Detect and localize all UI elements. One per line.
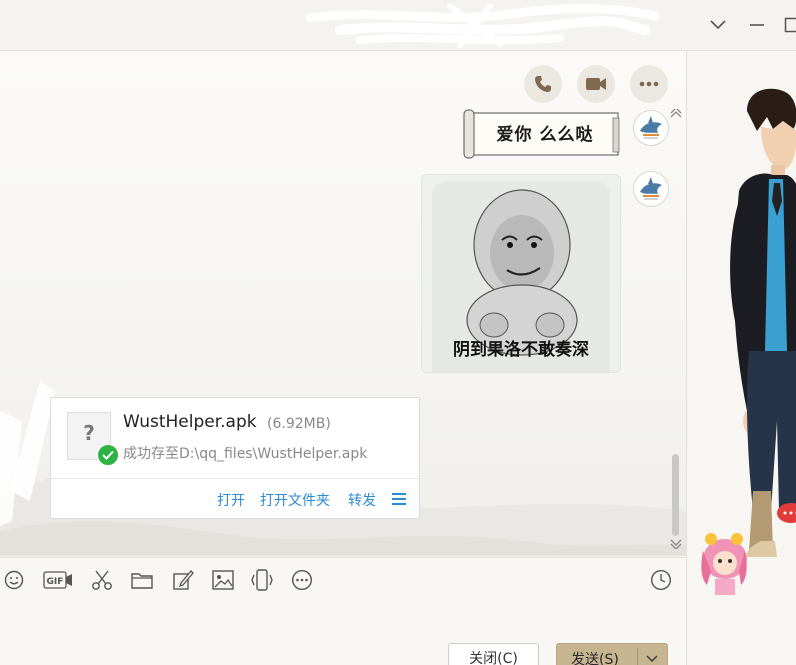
- send-button-label: 发送(S): [571, 652, 619, 665]
- image-icon[interactable]: [211, 568, 235, 592]
- forward-link[interactable]: 转发: [348, 490, 376, 510]
- maximize-icon[interactable]: [780, 13, 796, 37]
- file-save-status: 成功存至D:\qq_files\WustHelper.apk: [123, 446, 368, 462]
- menu-icon[interactable]: [392, 493, 406, 505]
- chevron-down-icon[interactable]: [643, 650, 661, 665]
- shark-logo-icon: [635, 112, 667, 144]
- title-bar[interactable]: [0, 0, 796, 51]
- folder-icon[interactable]: [130, 568, 154, 592]
- gif-icon[interactable]: GIF: [42, 568, 74, 592]
- avatar-show-panel: [686, 51, 796, 665]
- meme-image-message[interactable]: 阴到果洛不敢奏深: [421, 174, 621, 373]
- collapse-arrow-icon[interactable]: [670, 109, 682, 119]
- video-icon: [586, 78, 606, 90]
- sticker-message[interactable]: 爱你 么么哒: [462, 108, 622, 160]
- file-transfer-card[interactable]: ? WustHelper.apk (6.92MB) 成功存至D:\qq_file…: [50, 397, 420, 519]
- input-toolbar: GIF: [0, 557, 686, 600]
- avatar[interactable]: [633, 110, 669, 146]
- more-button[interactable]: [630, 65, 668, 103]
- gif-label: GIF: [47, 577, 64, 587]
- meme-caption: 阴到果洛不敢奏深: [453, 340, 589, 360]
- emoji-icon[interactable]: [2, 568, 26, 592]
- history-clock-icon[interactable]: [649, 568, 673, 592]
- more-icon: [639, 81, 659, 87]
- more-circle-icon[interactable]: [290, 568, 314, 592]
- message-list[interactable]: 爱你 么么哒 阴到果洛不敢奏深 ? WustHelper.apk (6.92MB…: [0, 51, 686, 556]
- screenshot-edit-icon[interactable]: [171, 568, 195, 592]
- send-button[interactable]: 发送(S): [556, 643, 668, 665]
- file-name: WustHelper.apk: [123, 412, 257, 432]
- close-button[interactable]: 关闭(C): [448, 643, 539, 665]
- scissors-icon[interactable]: [90, 568, 114, 592]
- chat-window: 爱你 么么哒 阴到果洛不敢奏深 ? WustHelper.apk (6.92MB…: [0, 0, 796, 665]
- shake-icon[interactable]: [250, 568, 274, 592]
- redaction-scribble: [305, 4, 660, 48]
- sticker-text: 爱你 么么哒: [496, 125, 594, 145]
- chevron-down-icon[interactable]: [706, 13, 730, 37]
- shark-logo-icon: [635, 173, 667, 205]
- minimize-icon[interactable]: [745, 13, 769, 37]
- character-illustration: [701, 88, 796, 595]
- scrollbar-thumb[interactable]: [672, 454, 679, 536]
- video-button[interactable]: [577, 65, 615, 103]
- open-file-link[interactable]: 打开: [217, 490, 245, 510]
- checkmark-icon: [97, 444, 119, 466]
- phone-icon: [535, 76, 551, 92]
- divider: [51, 478, 419, 479]
- call-button[interactable]: [524, 65, 562, 103]
- avatar[interactable]: [633, 171, 669, 207]
- scroll-to-bottom-icon[interactable]: [670, 539, 682, 549]
- open-folder-link[interactable]: 打开文件夹: [260, 490, 330, 510]
- file-size: (6.92MB): [267, 416, 331, 432]
